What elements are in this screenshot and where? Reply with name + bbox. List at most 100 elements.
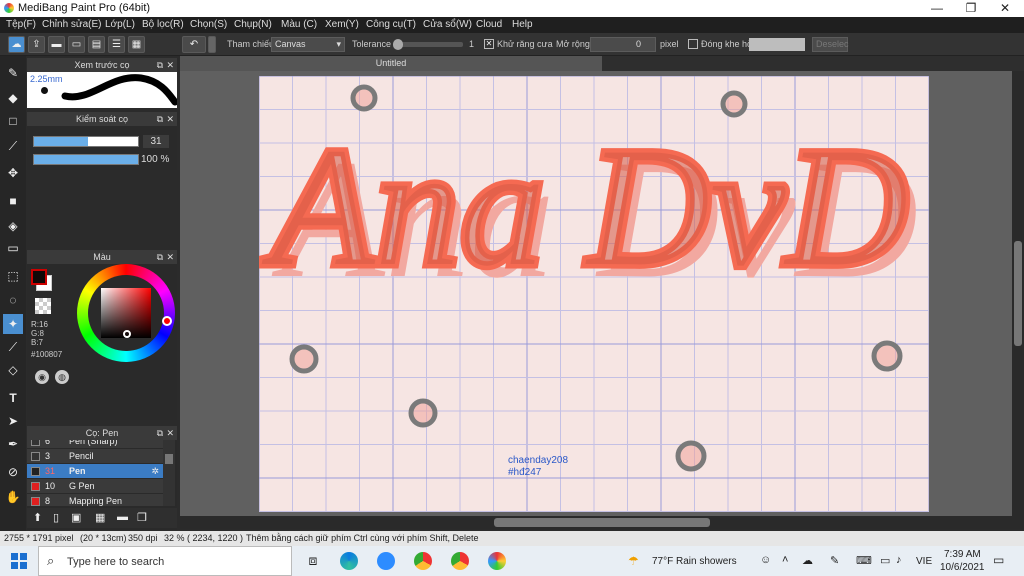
medibang-icon[interactable]	[488, 552, 506, 570]
minimize-button[interactable]: —	[920, 0, 954, 17]
new-brush-icon[interactable]: ▯	[53, 511, 59, 524]
menu-cloud[interactable]: Cloud	[476, 19, 502, 30]
antialias-checkbox[interactable]: ✕	[484, 39, 494, 49]
copy-brush-icon[interactable]: ▦	[95, 511, 105, 524]
transparent-swatch[interactable]	[35, 298, 51, 314]
panel-close-icon[interactable]: ✕	[166, 250, 174, 264]
brush-size-slider[interactable]	[33, 136, 139, 147]
select-rect-icon[interactable]: ⬚	[3, 266, 23, 286]
expand-input[interactable]: 0	[590, 37, 656, 52]
tray-cloud-icon[interactable]: ☁	[802, 554, 813, 567]
deselect-button[interactable]: Deselec	[812, 37, 849, 52]
sv-picker-handle[interactable]	[123, 330, 131, 338]
tray-pen-icon[interactable]: ✎	[830, 554, 839, 567]
brush-menu-icon[interactable]: ▣	[71, 511, 81, 524]
zoom-icon[interactable]	[377, 552, 395, 570]
menu-view[interactable]: Xem(Y)	[325, 19, 359, 30]
clock-time[interactable]: 7:39 AM	[944, 549, 981, 560]
color-settings-icon[interactable]: ◍	[55, 370, 69, 384]
popout-icon[interactable]: ⧉	[157, 58, 163, 72]
duplicate-icon[interactable]: ❐	[137, 511, 147, 524]
vertical-scroll-thumb[interactable]	[1014, 241, 1022, 346]
dot-tool-icon[interactable]: ⟋	[3, 136, 23, 156]
select-eraser-icon[interactable]: ◇	[3, 360, 23, 380]
folder-icon[interactable]: ▬	[117, 511, 128, 523]
network-icon[interactable]: ▭	[880, 554, 890, 567]
brush-list-scrollbar[interactable]	[163, 440, 175, 506]
brush-list-item[interactable]: 3 Pencil	[27, 449, 163, 464]
gradient-tool-icon[interactable]: ▭	[3, 238, 23, 258]
move-tool-icon[interactable]: ✥	[3, 163, 23, 183]
menu-select[interactable]: Chọn(S)	[190, 19, 227, 30]
close-button[interactable]: ✕	[988, 0, 1022, 17]
chrome-icon[interactable]	[414, 552, 432, 570]
horizontal-scroll-thumb[interactable]	[494, 518, 710, 527]
tray-person-icon[interactable]: ☺	[760, 554, 771, 566]
menu-capture[interactable]: Chụp(N)	[234, 19, 272, 30]
menu-color[interactable]: Màu (C)	[281, 19, 317, 30]
text-tool-icon[interactable]: T	[3, 388, 23, 408]
task-view-icon[interactable]: ⧈	[304, 552, 322, 570]
popout-icon[interactable]: ⧉	[157, 112, 163, 126]
tray-chevron-icon[interactable]: ˄	[782, 554, 788, 566]
rectangle-tool-icon[interactable]: □	[3, 111, 23, 131]
eraser-tool-icon[interactable]: ◆	[3, 88, 23, 108]
menu-file[interactable]: Tệp(F)	[6, 19, 36, 30]
brush-list-item[interactable]: 6 Pen (Sharp)	[27, 440, 163, 449]
edge-icon[interactable]	[340, 552, 358, 570]
fill-shape-tool-icon[interactable]: ■	[3, 191, 23, 211]
tolerance-slider-thumb[interactable]	[393, 39, 403, 50]
panel-close-icon[interactable]: ✕	[166, 112, 174, 126]
menu-edit[interactable]: Chỉnh sửa(E)	[42, 19, 102, 30]
undo-icon[interactable]: ↶	[182, 36, 206, 53]
menu-filter[interactable]: Bộ lọc(R)	[142, 19, 184, 30]
panel-close-icon[interactable]: ✕	[166, 58, 174, 72]
document-icon[interactable]: ▤	[88, 36, 105, 53]
panel-close-icon[interactable]: ✕	[166, 426, 174, 440]
hue-picker-handle[interactable]	[162, 316, 172, 326]
menu-help[interactable]: Help	[512, 19, 533, 30]
brush-opacity-slider[interactable]	[33, 154, 139, 165]
canvas-area[interactable]: Ana DvD Ana DvD Ana DvD chaenday208 #hđ2…	[180, 71, 1012, 516]
operation-tool-icon[interactable]: ➤	[3, 411, 23, 431]
foreground-color-swatch[interactable]	[31, 269, 47, 285]
brush-tool-icon[interactable]: ✎	[3, 63, 23, 83]
volume-icon[interactable]: ♪	[896, 554, 902, 566]
weather-text[interactable]: 77°F Rain showers	[652, 556, 737, 567]
chat-icon[interactable]: ▭	[68, 36, 85, 53]
menu-window[interactable]: Cửa sổ(W)	[423, 19, 472, 30]
taskbar-search[interactable]: ⌕ Type here to search	[38, 546, 292, 576]
select-pen-icon[interactable]: ⟋	[3, 337, 23, 357]
magic-wand-icon[interactable]: ✦	[3, 314, 23, 334]
hand-tool-icon[interactable]: ✋	[3, 487, 23, 507]
menu-layer[interactable]: Lớp(L)	[105, 19, 135, 30]
popout-icon[interactable]: ⧉	[157, 426, 163, 440]
brush-list-item[interactable]: 31 Pen ✲	[27, 464, 163, 479]
dropper-tool-icon[interactable]: ✒	[3, 434, 23, 454]
share-icon[interactable]: ⇪	[28, 36, 45, 53]
cloud-icon[interactable]: ☁	[8, 36, 25, 53]
horizontal-scrollbar[interactable]	[180, 516, 1024, 529]
gap-slider[interactable]	[749, 38, 805, 51]
chrome-icon[interactable]	[451, 552, 469, 570]
clock-date[interactable]: 10/6/2021	[940, 562, 985, 573]
reference-select[interactable]: Canvas ▾	[271, 37, 345, 52]
eyedropper-icon[interactable]: ⊘	[3, 462, 23, 482]
bucket-tool-icon[interactable]: ◈	[3, 216, 23, 236]
brush-list-item[interactable]: 10 G Pen	[27, 479, 163, 494]
brush-list-item[interactable]: 8 Mapping Pen	[27, 494, 163, 506]
lasso-icon[interactable]: ◌	[3, 290, 23, 310]
popout-icon[interactable]: ⧉	[157, 250, 163, 264]
gear-icon[interactable]: ✲	[151, 464, 159, 479]
maximize-button[interactable]: ❐	[954, 0, 988, 17]
add-brush-icon[interactable]: ⬆	[33, 511, 42, 524]
list-icon[interactable]: ☰	[108, 36, 125, 53]
windows-start-icon[interactable]	[11, 553, 27, 569]
menu-tools[interactable]: Công cụ(T)	[366, 19, 416, 30]
keyboard-icon[interactable]: ⌨	[856, 554, 872, 567]
comment-icon[interactable]: ▬	[48, 36, 65, 53]
close-gap-checkbox[interactable]	[688, 39, 698, 49]
grid-icon[interactable]: ▦	[128, 36, 145, 53]
document-tab[interactable]: Untitled	[180, 56, 602, 71]
canvas-paper[interactable]: Ana DvD Ana DvD Ana DvD chaenday208 #hđ2…	[259, 76, 929, 512]
